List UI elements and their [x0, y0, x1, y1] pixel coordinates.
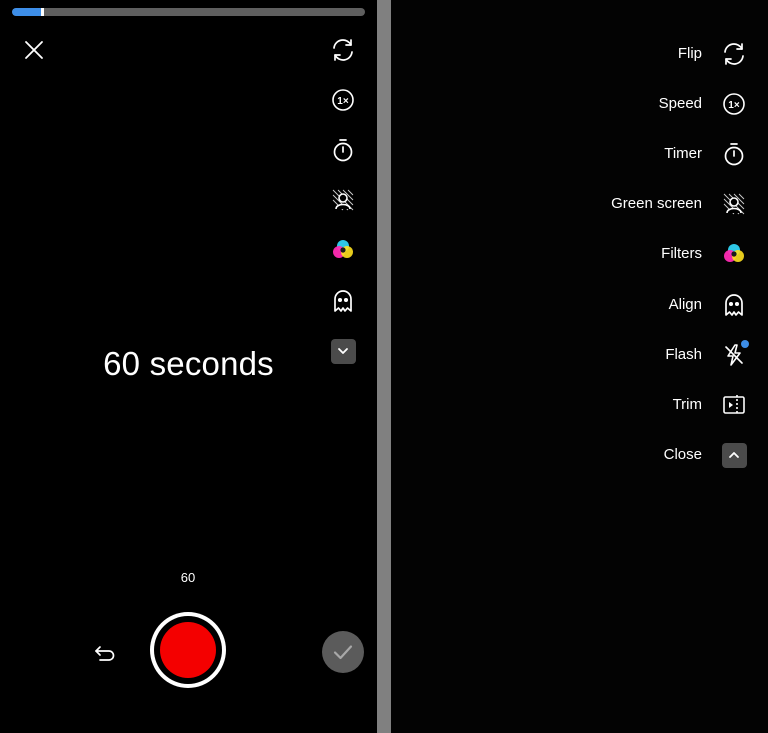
align-ghost-icon[interactable]: [327, 285, 359, 317]
svg-text:1×: 1×: [728, 100, 740, 111]
flip-camera-icon[interactable]: [327, 34, 359, 66]
record-button-fill: [160, 622, 216, 678]
time-counter: 60: [180, 570, 196, 585]
filters-icon[interactable]: [327, 234, 359, 266]
menu-item-close[interactable]: Close: [391, 435, 768, 475]
svg-text:1×: 1×: [337, 96, 349, 107]
menu-item-trim[interactable]: Trim: [391, 385, 768, 425]
menu-item-label: Filters: [661, 245, 702, 262]
menu-item-speed[interactable]: Speed 1×: [391, 84, 768, 124]
speed-1x-icon: 1×: [718, 88, 750, 120]
menu-item-label: Flash: [665, 346, 702, 363]
recording-progress-bar: [12, 8, 365, 16]
menu-item-green-screen[interactable]: Green screen: [391, 184, 768, 224]
close-icon[interactable]: [18, 34, 50, 66]
progress-marker: [41, 8, 44, 16]
flip-camera-icon: [718, 38, 750, 70]
menu-item-align[interactable]: Align: [391, 285, 768, 325]
checkmark-icon: [333, 645, 353, 660]
new-badge-dot: [741, 340, 749, 348]
flash-off-icon: [718, 339, 750, 371]
screenshot-divider: [377, 0, 391, 733]
menu-item-flip[interactable]: Flip: [391, 34, 768, 74]
menu-item-filters[interactable]: Filters: [391, 234, 768, 274]
speed-1x-icon[interactable]: 1×: [327, 84, 359, 116]
menu-item-timer[interactable]: Timer: [391, 134, 768, 174]
align-ghost-icon: [718, 289, 750, 321]
menu-item-label: Timer: [664, 145, 702, 162]
filters-icon: [718, 238, 750, 270]
camera-screen-collapsed: 1× 60 seconds 60: [0, 0, 377, 733]
menu-item-label: Green screen: [611, 195, 702, 212]
menu-item-label: Speed: [658, 95, 702, 112]
menu-item-label: Close: [663, 446, 702, 463]
menu-item-label: Flip: [677, 45, 702, 62]
timer-icon[interactable]: [327, 134, 359, 166]
chevron-up-icon: [721, 442, 747, 468]
record-button[interactable]: [150, 612, 226, 688]
menu-item-flash[interactable]: Flash: [391, 335, 768, 375]
menu-item-label: Trim: [672, 396, 702, 413]
green-screen-icon[interactable]: [327, 184, 359, 216]
timer-icon: [718, 138, 750, 170]
green-screen-icon: [718, 188, 750, 220]
duration-label: 60 seconds: [103, 345, 274, 382]
done-button[interactable]: [322, 631, 364, 673]
menu-item-label: Align: [668, 296, 702, 313]
trim-icon: [718, 389, 750, 421]
camera-screen-expanded: Flip Speed 1× Timer Green screen Filters: [391, 0, 768, 733]
recording-progress-fill: [12, 8, 42, 16]
undo-icon[interactable]: [89, 636, 121, 668]
